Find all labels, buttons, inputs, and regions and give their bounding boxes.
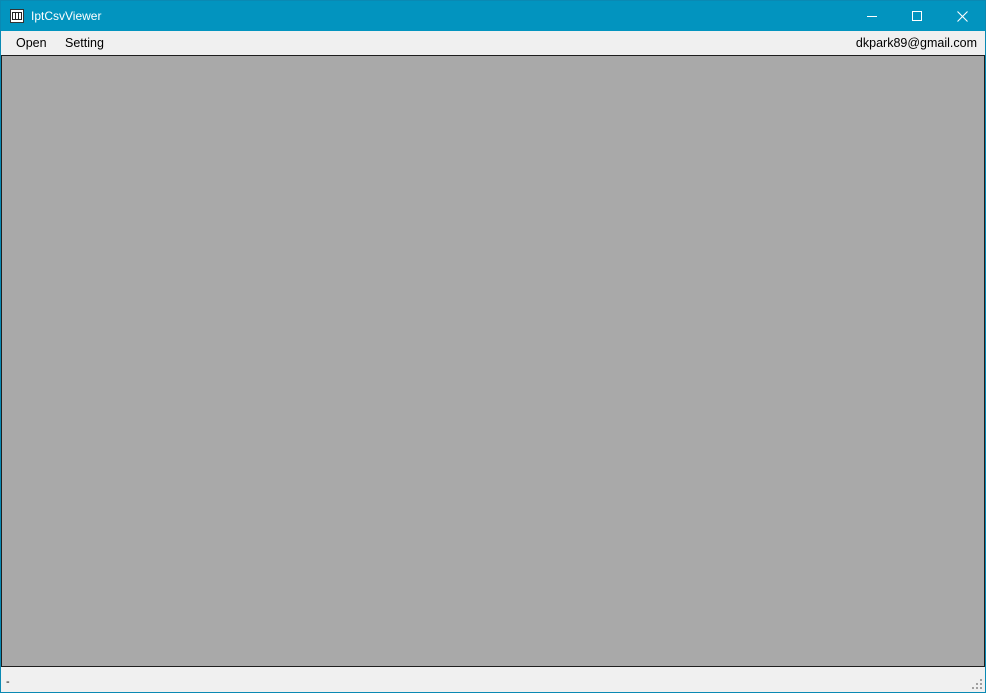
minimize-button[interactable] [849, 1, 895, 31]
window-title: IptCsvViewer [31, 9, 102, 23]
menu-setting[interactable]: Setting [63, 35, 106, 51]
menu-bar: Open Setting dkpark89@gmail.com [1, 31, 985, 55]
maximize-icon [912, 11, 922, 21]
status-text: - [6, 676, 10, 688]
minimize-icon [867, 16, 877, 17]
status-bar: - [1, 667, 985, 692]
close-button[interactable] [939, 1, 985, 31]
contact-email: dkpark89@gmail.com [855, 36, 977, 50]
menu-open[interactable]: Open [14, 35, 49, 51]
csv-view-area[interactable] [1, 55, 985, 667]
resize-grip-icon[interactable] [972, 679, 982, 689]
close-icon [956, 10, 968, 22]
csv-app-icon [10, 9, 24, 23]
title-bar[interactable]: IptCsvViewer [1, 1, 985, 31]
app-window: IptCsvViewer Open Setting dkpark89@gmail… [0, 0, 986, 693]
maximize-button[interactable] [894, 1, 940, 31]
